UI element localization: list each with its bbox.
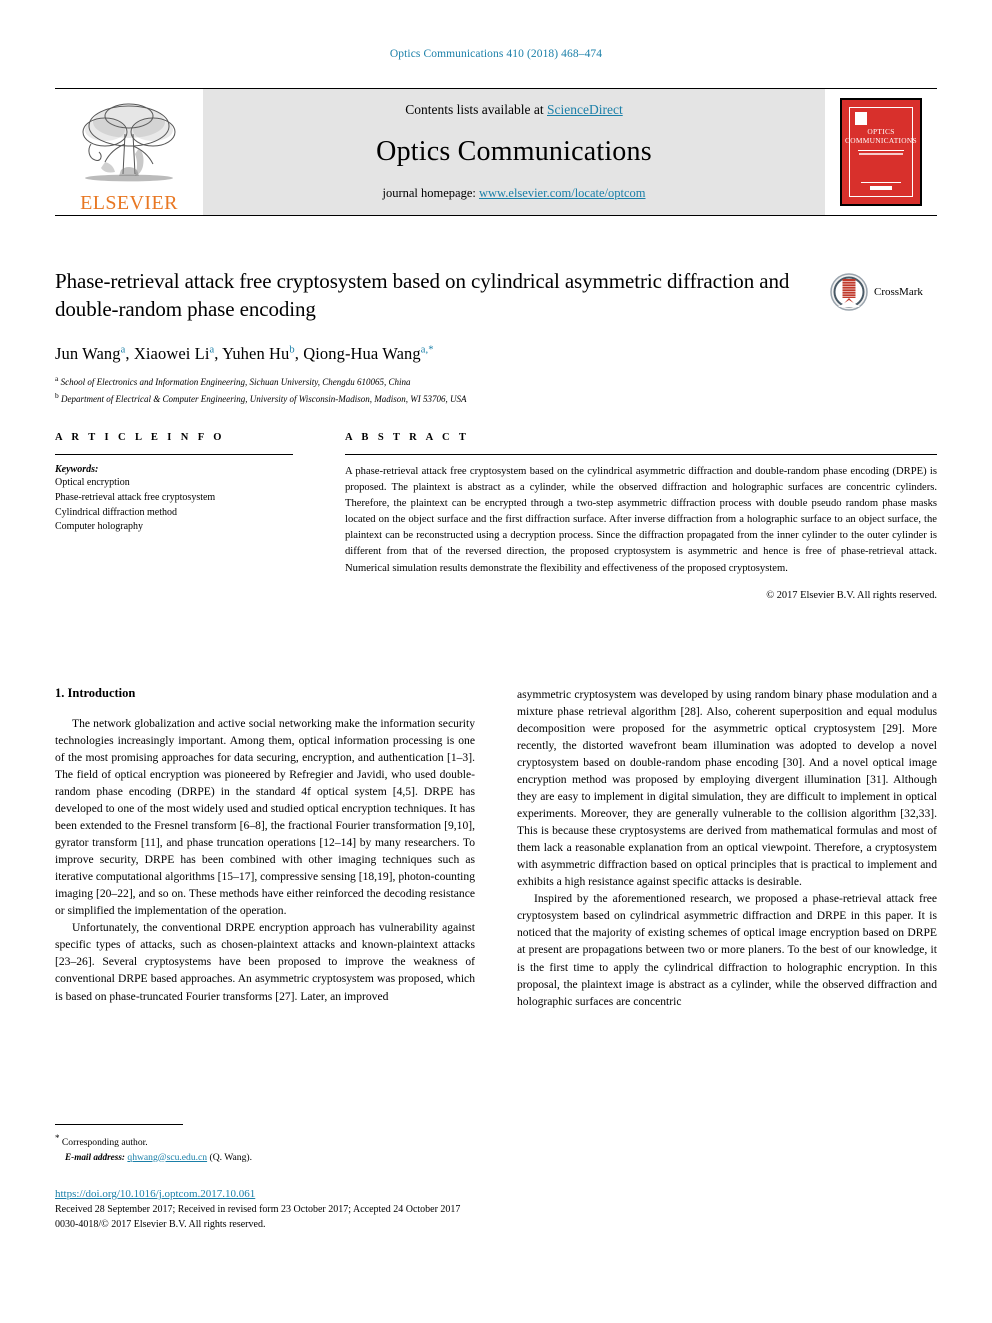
body-paragraph: Unfortunately, the conventional DRPE enc…	[55, 921, 475, 1003]
section-heading-introduction: 1. Introduction	[55, 686, 136, 700]
contents-prefix: Contents lists available at	[405, 102, 547, 117]
cover-rule	[858, 149, 904, 151]
elsevier-tree-icon	[82, 103, 176, 182]
affiliation-marker-b: b	[55, 391, 59, 401]
running-head: Optics Communications 410 (2018) 468–474	[389, 48, 603, 60]
cover-subtitle-bar	[859, 152, 903, 155]
keyword-item: Phase-retrieval attack free cryptosystem	[55, 491, 216, 503]
affiliation-a: a School of Electronics and Information …	[55, 373, 937, 390]
publication-meta-block: https://doi.org/10.1016/j.optcom.2017.10…	[55, 1188, 675, 1232]
footnote-divider	[55, 1124, 183, 1125]
homepage-prefix: journal homepage:	[382, 186, 479, 200]
body-paragraph: Inspired by the aforementioned research,…	[517, 892, 937, 1008]
cover-bottom-marks	[845, 182, 917, 190]
body-column-left: 1. Introduction The network globalizatio…	[55, 686, 475, 1010]
cover-title-line1: OPTICS	[867, 127, 895, 136]
sciencedirect-link[interactable]: ScienceDirect	[547, 102, 623, 117]
footnote-block: * Corresponding author. E-mail address: …	[55, 1124, 475, 1165]
journal-homepage-link[interactable]: www.elsevier.com/locate/optcom	[479, 186, 646, 200]
keyword-item: Cylindrical diffraction method	[55, 506, 178, 518]
received-dates: Received 28 September 2017; Received in …	[55, 1204, 461, 1215]
article-info-heading: A R T I C L E I N F O	[55, 432, 225, 443]
cover-outer: OPTICS COMMUNICATIONS	[840, 98, 922, 206]
info-abstract-area: A R T I C L E I N F O Keywords: Optical …	[55, 432, 937, 601]
body-columns: 1. Introduction The network globalizatio…	[55, 686, 937, 1010]
cover-title-line2: COMMUNICATIONS	[845, 136, 917, 146]
journal-homepage-line: journal homepage: www.elsevier.com/locat…	[383, 186, 646, 201]
title-block: Phase-retrieval attack free cryptosystem…	[55, 268, 937, 407]
body-paragraph: The network globalization and active soc…	[55, 717, 475, 918]
journal-title: Optics Communications	[376, 136, 652, 167]
masthead-center: Contents lists available at ScienceDirec…	[203, 89, 825, 215]
elsevier-logo: ELSEVIER	[55, 89, 203, 215]
author-list: Jun Wanga, Xiaowei Lia, Yuhen Hub, Qiong…	[55, 344, 434, 364]
affiliation-list: a School of Electronics and Information …	[55, 373, 937, 407]
journal-masthead: ELSEVIER Contents lists available at Sci…	[55, 88, 937, 216]
contents-list-line: Contents lists available at ScienceDirec…	[405, 102, 622, 118]
email-suffix: (Q. Wang).	[209, 1151, 252, 1163]
keywords-label: Keywords:	[55, 464, 99, 475]
crossmark-label: CrossMark	[874, 286, 923, 298]
abstract-copyright: © 2017 Elsevier B.V. All rights reserved…	[766, 589, 937, 601]
crossmark-icon	[830, 273, 868, 311]
email-link[interactable]: qhwang@scu.edu.cn	[127, 1152, 207, 1163]
doi-link[interactable]: https://doi.org/10.1016/j.optcom.2017.10…	[55, 1188, 675, 1200]
elsevier-wordmark: ELSEVIER	[80, 192, 178, 214]
keyword-item: Computer holography	[55, 521, 144, 533]
cover-badge-icon	[855, 112, 867, 125]
cover-title: OPTICS COMMUNICATIONS	[845, 127, 917, 146]
issn-copyright-line: 0030-4018/© 2017 Elsevier B.V. All right…	[55, 1219, 266, 1230]
affiliation-b: b Department of Electrical & Computer En…	[55, 390, 937, 407]
email-note: E-mail address: qhwang@scu.edu.cn (Q. Wa…	[55, 1151, 475, 1165]
corresponding-author-text: Corresponding author.	[61, 1137, 148, 1149]
page-title: Phase-retrieval attack free cryptosystem…	[55, 269, 790, 321]
crossmark-badge[interactable]: CrossMark	[829, 271, 937, 313]
body-paragraph: asymmetric cryptosystem was developed by…	[517, 688, 937, 889]
affiliation-marker-a: a	[55, 374, 59, 384]
abstract-heading: A B S T R A C T	[345, 432, 470, 443]
article-page: Optics Communications 410 (2018) 468–474	[0, 0, 992, 1323]
corresponding-author-marker: *	[55, 1133, 60, 1143]
cover-inner: OPTICS COMMUNICATIONS	[842, 100, 920, 204]
article-info-divider	[55, 454, 293, 455]
body-column-right: asymmetric cryptosystem was developed by…	[517, 686, 937, 1010]
journal-cover-thumbnail: OPTICS COMMUNICATIONS	[825, 89, 937, 215]
corresponding-author-note: * Corresponding author.	[55, 1132, 475, 1151]
email-label: E-mail address:	[65, 1151, 125, 1162]
affiliation-text-b: Department of Electrical & Computer Engi…	[61, 394, 467, 405]
article-info-column: A R T I C L E I N F O Keywords: Optical …	[55, 432, 293, 601]
abstract-text: A phase-retrieval attack free cryptosyst…	[345, 466, 937, 574]
abstract-divider	[345, 454, 937, 455]
keyword-item: Optical encryption	[55, 477, 130, 488]
abstract-column: A B S T R A C T A phase-retrieval attack…	[345, 432, 937, 601]
affiliation-text-a: School of Electronics and Information En…	[60, 377, 411, 388]
